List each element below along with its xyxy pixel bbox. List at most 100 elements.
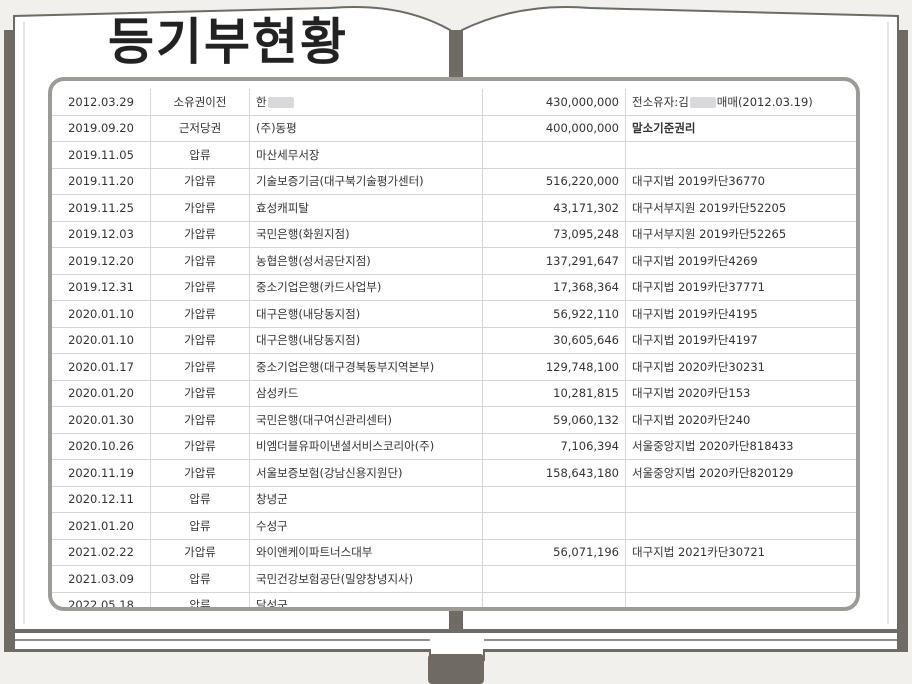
note-cell: 대구지법 2019카단4195 <box>625 300 856 328</box>
rights-holder-cell: 국민은행(화원지점) <box>249 221 483 248</box>
book-spine <box>428 654 484 684</box>
rights-holder-name: 기술보증기금(대구북기술평가센터) <box>256 174 424 189</box>
rights-holder-name: 중소기업은행(대구경북동부지역본부) <box>256 359 435 374</box>
rights-holder-cell: 국민건강보험공단(밀양창녕지사) <box>249 565 483 593</box>
date-cell: 2019.12.03 <box>52 221 151 248</box>
note-cell <box>625 565 856 593</box>
note-cell <box>625 512 856 540</box>
note-cell: 대구지법 2019카단36770 <box>625 168 856 195</box>
note-text: 서울중앙지법 2020카단818433 <box>632 439 794 454</box>
note-text: 대구서부지원 2019카단52265 <box>632 227 787 242</box>
rights-holder-name: 대구은행(내당동지점) <box>256 306 361 321</box>
date-cell: 2021.01.20 <box>52 512 151 540</box>
rights-holder-cell: 창녕군 <box>249 486 483 513</box>
amount-cell: 516,220,000 <box>482 168 626 195</box>
rights-holder-name: 달성군 <box>256 598 288 611</box>
table-row: 2020.12.11 압류 창녕군 <box>52 486 856 513</box>
note-cell: 서울중앙지법 2020카단818433 <box>625 433 856 460</box>
redacted-mask <box>267 96 294 108</box>
note-cell: 대구서부지원 2019카단52205 <box>625 194 856 222</box>
rights-holder-cell: 마산세무서장 <box>249 141 483 169</box>
amount-cell: 56,071,196 <box>482 539 626 566</box>
rights-holder-cell: 달성군 <box>249 592 483 611</box>
note-text: 대구지법 2019카단37771 <box>632 280 765 295</box>
right-type-cell: 압류 <box>150 486 250 513</box>
amount-cell: 7,106,394 <box>482 433 626 460</box>
right-type-cell: 가압류 <box>150 380 250 407</box>
right-type-cell: 가압류 <box>150 247 250 275</box>
right-type-cell: 가압류 <box>150 168 250 195</box>
table-row: 2012.03.29 소유권이전 한 430,000,000 전소유자:김 매매(2012… <box>52 89 856 116</box>
note-text: 대구서부지원 2019카단52205 <box>632 200 787 215</box>
table-row: 2019.11.05 압류 마산세무서장 <box>52 141 856 169</box>
table-row: 2019.12.31 가압류 중소기업은행(카드사업부) 17,368,364 대구지법… <box>52 274 856 301</box>
note-cell: 대구지법 2020카단240 <box>625 406 856 434</box>
date-cell: 2020.12.11 <box>52 486 151 513</box>
rights-holder-cell: 국민은행(대구여신관리센터) <box>249 406 483 434</box>
date-cell: 2012.03.29 <box>52 89 151 116</box>
date-cell: 2022.05.18 <box>52 592 151 607</box>
note-cell: 대구지법 2019카단4197 <box>625 327 856 354</box>
note-cell: 대구지법 2020카단153 <box>625 380 856 407</box>
table-row: 2020.01.10 가압류 대구은행(내당동지점) 56,922,110 대구지법 2… <box>52 300 856 328</box>
amount-cell: 158,643,180 <box>482 459 626 487</box>
amount-cell: 73,095,248 <box>482 221 626 248</box>
table-row: 2021.02.22 가압류 와이앤케이파트너스대부 56,071,196 대구지법 2… <box>52 539 856 566</box>
right-type-cell: 근저당권 <box>150 115 250 142</box>
table-row: 2020.11.19 가압류 서울보증보험(강남신용지원단) 158,643,180 서… <box>52 459 856 487</box>
amount-cell: 56,922,110 <box>482 300 626 328</box>
rights-holder-name: 서울보증보험(강남신용지원단) <box>256 465 403 480</box>
amount-cell <box>482 512 626 540</box>
date-cell: 2021.03.09 <box>52 565 151 593</box>
note-text: 대구지법 2020카단30231 <box>632 359 765 374</box>
note-cell <box>625 141 856 169</box>
rights-holder-name: (주)동평 <box>256 121 297 136</box>
note-text: 대구지법 2019카단4197 <box>632 333 758 348</box>
redacted-mask <box>689 96 716 108</box>
table-row: 2020.10.26 가압류 비엠더블유파이낸셜서비스코리아(주) 7,106,394… <box>52 433 856 460</box>
table-row: 2019.09.20 근저당권 (주)동평 400,000,000 말소기준권리 <box>52 115 856 142</box>
right-type-cell: 압류 <box>150 512 250 540</box>
table-row: 2022.05.18 압류 달성군 <box>52 592 856 611</box>
date-cell: 2019.09.20 <box>52 115 151 142</box>
rights-holder-name: 농협은행(성서공단지점) <box>256 253 371 268</box>
amount-cell <box>482 141 626 169</box>
rights-holder-cell: 서울보증보험(강남신용지원단) <box>249 459 483 487</box>
right-type-cell: 가압류 <box>150 274 250 301</box>
rights-holder-cell: 효성캐피탈 <box>249 194 483 222</box>
registry-table-body: 2012.03.29 소유권이전 한 430,000,000 전소유자:김 매매(2012… <box>52 89 856 611</box>
note-cell: 대구지법 2021카단30721 <box>625 539 856 566</box>
date-cell: 2020.11.19 <box>52 459 151 487</box>
rights-holder-name: 중소기업은행(카드사업부) <box>256 280 382 295</box>
note-text: 대구지법 2020카단153 <box>632 386 751 401</box>
registry-table-panel: 2012.03.29 소유권이전 한 430,000,000 전소유자:김 매매(2012… <box>48 77 860 611</box>
table-row: 2019.12.03 가압류 국민은행(화원지점) 73,095,248 대구서부지원 … <box>52 221 856 248</box>
date-cell: 2019.11.25 <box>52 194 151 222</box>
note-cell: 말소기준권리 <box>625 115 856 142</box>
rights-holder-name: 수성구 <box>256 518 288 533</box>
date-cell: 2020.01.17 <box>52 353 151 381</box>
rights-holder-name: 비엠더블유파이낸셜서비스코리아(주) <box>256 439 435 454</box>
note-text: 대구지법 2019카단4269 <box>632 253 758 268</box>
note-text: 대구지법 2020카단240 <box>632 412 751 427</box>
registry-table: 2012.03.29 소유권이전 한 430,000,000 전소유자:김 매매(2012… <box>52 89 856 611</box>
note-cell: 서울중앙지법 2020카단820129 <box>625 459 856 487</box>
note-text: 말소기준권리 <box>632 121 696 136</box>
date-cell: 2020.10.26 <box>52 433 151 460</box>
right-type-cell: 가압류 <box>150 539 250 566</box>
date-cell: 2019.12.31 <box>52 274 151 301</box>
note-cell: 대구지법 2019카단4269 <box>625 247 856 275</box>
rights-holder-name: 효성캐피탈 <box>256 200 309 215</box>
rights-holder-name: 마산세무서장 <box>256 147 320 162</box>
rights-holder-cell: (주)동평 <box>249 115 483 142</box>
rights-holder-name: 국민은행(화원지점) <box>256 227 350 242</box>
amount-cell: 137,291,647 <box>482 247 626 275</box>
rights-holder-name: 창녕군 <box>256 492 288 507</box>
rights-holder-cell: 대구은행(내당동지점) <box>249 327 483 354</box>
table-row: 2021.03.09 압류 국민건강보험공단(밀양창녕지사) <box>52 565 856 593</box>
table-row: 2020.01.10 가압류 대구은행(내당동지점) 30,605,646 대구지법 2… <box>52 327 856 354</box>
right-type-cell: 압류 <box>150 141 250 169</box>
right-type-cell: 가압류 <box>150 327 250 354</box>
right-type-cell: 가압류 <box>150 300 250 328</box>
right-type-cell: 가압류 <box>150 459 250 487</box>
